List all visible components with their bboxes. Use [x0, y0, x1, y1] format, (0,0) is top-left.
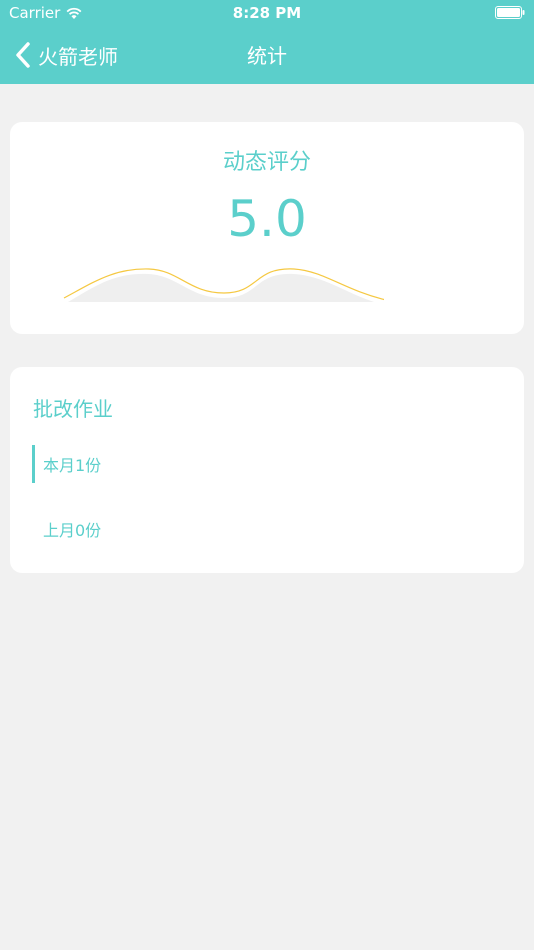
homework-card: 批改作业 本月1份 上月0份 — [10, 367, 524, 573]
navigation-bar: 火箭老师 统计 — [0, 28, 534, 84]
score-card: 动态评分 5.0 — [10, 122, 524, 334]
homework-title: 批改作业 — [33, 397, 113, 421]
battery-icon — [495, 6, 525, 19]
app-header: Carrier 8:28 PM 火箭老师 统计 — [0, 0, 534, 84]
status-bar: Carrier 8:28 PM — [0, 0, 534, 28]
page-title: 统计 — [247, 44, 287, 68]
list-item-last-month[interactable]: 上月0份 — [32, 510, 101, 548]
score-title: 动态评分 — [222, 150, 311, 175]
list-item-this-month[interactable]: 本月1份 — [32, 445, 101, 483]
score-wave-graphic — [63, 268, 384, 302]
status-time: 8:28 PM — [232, 4, 302, 22]
score-value: 5.0 — [227, 190, 307, 248]
